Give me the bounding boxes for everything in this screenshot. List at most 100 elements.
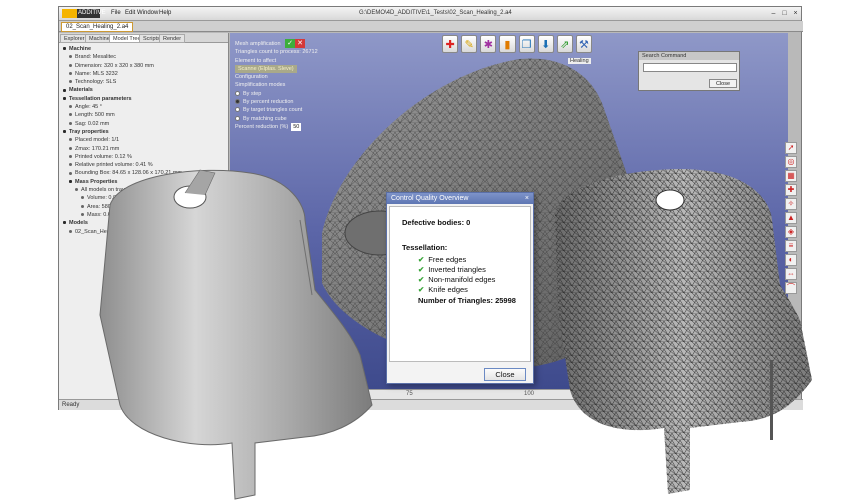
element-label: Element to affect xyxy=(235,57,277,64)
download-tool-icon[interactable]: ⬇ xyxy=(537,35,554,53)
bullet-icon xyxy=(81,212,84,216)
option-target-count[interactable]: By target triangles count xyxy=(235,106,325,114)
check-label: Non-manifold edges xyxy=(428,275,496,284)
meshed-part-render xyxy=(555,169,812,494)
bullet-icon xyxy=(69,171,72,175)
element-field[interactable]: Scanne (Elplas. Sleve) xyxy=(235,64,297,74)
bullet-icon xyxy=(75,188,78,192)
mesh-title-row: Mesh amplification ✓ ✕ xyxy=(235,39,325,48)
star-tool-icon[interactable]: ✱ xyxy=(480,35,497,53)
option-matching-cube[interactable]: By matching cube xyxy=(235,115,325,123)
tree-item[interactable]: Angle: 45 ° xyxy=(59,103,228,111)
app-logo: ADDITIVE xyxy=(62,9,106,18)
maximize-icon[interactable]: □ xyxy=(780,9,789,18)
tree-item[interactable]: Machine xyxy=(59,45,228,53)
tree-item-label: Models xyxy=(69,220,88,227)
left-panel-tabs: Explorer Machine Model Tree Scripts Rend… xyxy=(59,33,228,43)
close-button[interactable]: Close xyxy=(484,368,526,381)
tree-item[interactable]: Tray properties xyxy=(59,128,228,136)
percent-input[interactable]: 50 xyxy=(291,122,302,132)
ruler-label: 75 xyxy=(406,391,413,397)
cancel-button[interactable]: ✕ xyxy=(295,39,306,48)
radio-icon[interactable] xyxy=(235,115,240,121)
triangles-count: Triangles count to process: 26712 xyxy=(235,49,318,56)
menu-edit[interactable]: Edit xyxy=(125,10,135,16)
option-percent-reduction[interactable]: By percent reduction xyxy=(235,98,325,106)
expand-icon[interactable] xyxy=(63,221,66,225)
check-icon: ✔ xyxy=(418,265,425,274)
search-input[interactable] xyxy=(643,63,737,72)
check-label: Free edges xyxy=(428,255,467,264)
tree-item-label: Materials xyxy=(69,87,93,94)
tree-item-label: Machine xyxy=(69,46,92,52)
tree-item[interactable]: Name: MLS 3232 xyxy=(59,70,228,78)
tool-palette: ✚ ✎ ✱ ▮ ❐ ⬇ ⇗ ⚒ xyxy=(442,35,592,57)
tab-render[interactable]: Render xyxy=(159,34,186,43)
mesh-panel-title: Mesh amplification xyxy=(235,41,281,47)
radio-icon[interactable] xyxy=(235,90,240,96)
search-command-panel: Search Command Close xyxy=(638,51,740,91)
tree-item[interactable]: Zmax: 170.21 mm xyxy=(59,145,228,153)
tree-item-label: Placed model: 1/1 xyxy=(75,137,120,144)
check-free-edges: ✔ Free edges xyxy=(418,255,466,264)
check-inverted-triangles: ✔ Inverted triangles xyxy=(418,265,486,274)
expand-icon[interactable] xyxy=(69,179,72,183)
ok-button[interactable]: ✓ xyxy=(285,39,296,48)
menu-file[interactable]: File xyxy=(111,10,121,16)
expand-icon[interactable] xyxy=(63,47,66,51)
title-bar: ADDITIVE File Edit Window Help G:\DEMO\4… xyxy=(59,7,801,21)
check-icon: ✔ xyxy=(418,285,425,294)
tree-item[interactable]: Dimension: 320 x 320 x 380 mm xyxy=(59,62,228,70)
menu-window[interactable]: Window xyxy=(137,10,158,16)
bullet-icon xyxy=(69,55,72,59)
expand-icon[interactable] xyxy=(63,88,66,92)
smooth-part-render xyxy=(99,169,373,500)
check-knife-edges: ✔ Knife edges xyxy=(418,285,468,294)
minimize-icon[interactable]: – xyxy=(769,9,778,18)
bar-chart-tool-icon[interactable]: ▮ xyxy=(499,35,516,53)
expand-icon[interactable] xyxy=(63,96,66,100)
tree-item[interactable]: Length: 500 mm xyxy=(59,111,228,119)
option-by-step[interactable]: By step xyxy=(235,90,325,98)
triangle-count: Number of Triangles: 25998 xyxy=(418,296,516,305)
window-title: G:\DEMO\4D_ADDITIVE\1_Tests\02_Scan_Heal… xyxy=(359,10,512,16)
wand-tool-icon[interactable]: ✎ xyxy=(461,35,478,53)
bullet-icon xyxy=(69,80,72,84)
percent-row: Percent reduction (%) 50 xyxy=(235,122,325,132)
hammer-tool-icon[interactable]: ⚒ xyxy=(575,35,592,53)
export-tool-icon[interactable]: ⇗ xyxy=(556,35,573,53)
check-icon: ✔ xyxy=(418,255,425,264)
tree-item-label: Sag: 0.02 mm xyxy=(75,120,110,127)
tree-item[interactable]: Materials xyxy=(59,86,228,94)
tree-item[interactable]: Tessellation parameters xyxy=(59,95,228,103)
tree-item[interactable]: Placed model: 1/1 xyxy=(59,136,228,144)
tree-item-label: Zmax: 170.21 mm xyxy=(75,145,120,152)
menu-help[interactable]: Help xyxy=(159,10,171,16)
configuration-label: Configuration xyxy=(235,74,268,81)
cursor-tool-icon[interactable]: ➚ xyxy=(785,142,797,154)
radio-selected-icon[interactable] xyxy=(235,99,240,105)
expand-icon[interactable] xyxy=(63,130,66,134)
tab-document[interactable]: 02_Scan_Healing_2.a4 xyxy=(61,22,134,32)
tree-item-label: Tessellation parameters xyxy=(69,95,132,102)
option-label: By percent reduction xyxy=(243,99,294,106)
tree-item[interactable]: Brand: Mesalitec xyxy=(59,53,228,61)
check-label: Knife edges xyxy=(428,285,468,294)
tessellation-heading: Tessellation: xyxy=(402,243,448,252)
tree-item[interactable]: Sag: 0.02 mm xyxy=(59,120,228,128)
ruler-label: 100 xyxy=(524,391,535,397)
close-icon[interactable]: × xyxy=(791,9,800,18)
bullet-icon xyxy=(69,63,72,67)
defective-bodies: Defective bodies: 0 xyxy=(402,218,471,227)
tree-item[interactable]: Printed volume: 0.12 % xyxy=(59,153,228,161)
simplification-label: Simplification modes xyxy=(235,82,286,89)
mesh-amplification-panel: Mesh amplification ✓ ✕ Triangles count to… xyxy=(235,39,325,132)
radio-icon[interactable] xyxy=(235,107,240,113)
check-non-manifold: ✔ Non-manifold edges xyxy=(418,275,495,284)
red-cross-tool-icon[interactable]: ✚ xyxy=(442,35,459,53)
close-icon[interactable]: × xyxy=(525,193,529,204)
tree-item-label: Length: 500 mm xyxy=(75,112,115,119)
copy-tool-icon[interactable]: ❐ xyxy=(518,35,535,53)
tree-item[interactable]: Technology: SLS xyxy=(59,78,228,86)
search-close-button[interactable]: Close xyxy=(709,79,737,88)
